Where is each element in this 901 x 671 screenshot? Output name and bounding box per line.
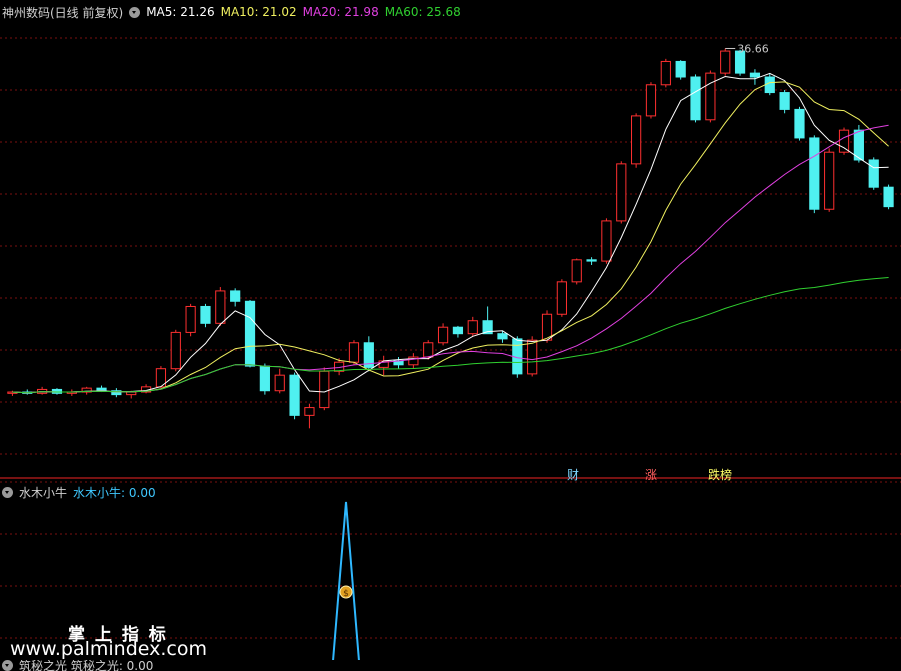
candle-up xyxy=(185,305,196,333)
peak-price-label: 36.66 xyxy=(737,42,769,55)
candle-up xyxy=(571,259,582,283)
candle-up xyxy=(527,339,538,375)
bottom-indicator-header: 筑秘之光 筑秘之光: 0.00 xyxy=(0,660,159,671)
candle-down xyxy=(764,76,775,94)
candle-up xyxy=(170,331,181,370)
candle-up xyxy=(838,129,850,153)
candle-up xyxy=(631,115,642,165)
candle-up xyxy=(126,391,137,396)
candle-up xyxy=(660,60,671,86)
candle-down xyxy=(809,137,820,210)
money-bag-glyph: $ xyxy=(343,589,349,599)
candle-up xyxy=(304,407,315,416)
candle-up xyxy=(705,72,716,121)
ma5-line xyxy=(12,72,889,394)
ma20-line xyxy=(12,124,889,394)
candle-down xyxy=(883,186,894,208)
candle-down xyxy=(259,365,270,392)
candle-up xyxy=(274,374,285,392)
candle-up xyxy=(824,151,835,210)
candle-up xyxy=(348,342,360,363)
candle-up xyxy=(645,84,657,117)
bottom-label: 筑秘之光 筑秘之光: 0.00 xyxy=(19,660,154,671)
candle-down xyxy=(749,72,761,78)
candle-down xyxy=(452,326,464,335)
candle-up xyxy=(437,326,449,344)
candle-up xyxy=(319,370,330,409)
bottom-dropdown-icon[interactable] xyxy=(2,660,13,671)
candle-down xyxy=(289,374,300,416)
candle-up xyxy=(423,342,434,358)
candle-down xyxy=(200,305,211,324)
candlestick-chart[interactable]: 36.66 xyxy=(0,0,901,480)
candle-down xyxy=(868,159,879,188)
ma10-line xyxy=(12,81,889,394)
candle-up xyxy=(215,290,226,324)
stock-chart-app: 神州数码(日线 前复权) MA5: 21.26 MA10: 21.02 MA20… xyxy=(0,0,901,671)
candle-down xyxy=(244,300,256,367)
candle-down xyxy=(230,290,241,302)
candle-down xyxy=(779,92,790,110)
candle-up xyxy=(556,281,567,315)
ma60-line xyxy=(12,277,889,394)
candle-up xyxy=(467,320,478,335)
candle-down xyxy=(690,76,701,121)
watermark-url: www.palmindex.com xyxy=(10,638,208,660)
candle-down xyxy=(586,259,597,262)
candle-down xyxy=(497,333,508,340)
candle-up xyxy=(720,50,731,74)
candle-down xyxy=(794,108,805,139)
candle-down xyxy=(51,388,63,394)
candle-up xyxy=(601,220,612,262)
candle-down xyxy=(675,60,686,78)
candle-up xyxy=(616,163,627,222)
